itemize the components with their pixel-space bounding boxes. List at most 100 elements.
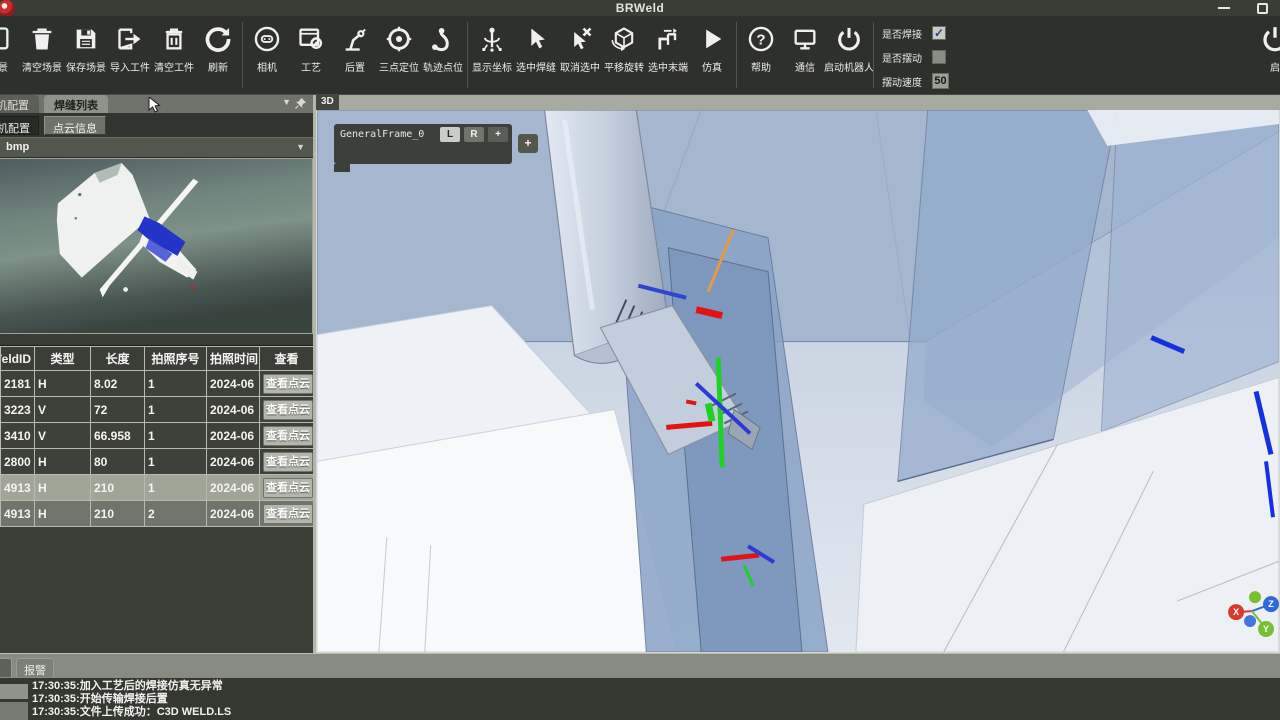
weld-cell: 4913 [1, 475, 35, 501]
toolbar-separator [467, 22, 468, 88]
view-pointcloud-button[interactable]: 查看点云 [263, 374, 313, 394]
brweld-app: BRWeld 场景清空场景保存场景导入工件清空工件刷新 相机工艺后置三点定位轨迹点… [0, 0, 1280, 720]
toolbar-help-button[interactable]: ?帮助 [739, 16, 783, 94]
toolbar-select-end-button[interactable]: 选中末端 [646, 16, 690, 94]
point-cloud-view[interactable] [0, 158, 313, 334]
toolbar-refresh-button[interactable]: 刷新 [196, 16, 240, 94]
weld-cell: 2024-06 [207, 423, 260, 449]
weld-cell: 2024-06 [207, 397, 260, 423]
minimize-button[interactable] [1218, 7, 1230, 9]
weld-table-row[interactable]: 2800H8012024-06查看点云 [1, 449, 314, 475]
frame-extra-add-button[interactable]: + [518, 134, 538, 153]
toolbar-label: 刷新 [208, 59, 228, 74]
toolbar-clear-part-button[interactable]: 清空工件 [152, 16, 196, 94]
frame-left-button[interactable]: L [440, 127, 460, 142]
weld-table-row[interactable]: 3410V66.95812024-06查看点云 [1, 423, 314, 449]
toolbar-trajectory-points-button[interactable]: 轨迹点位 [421, 16, 465, 94]
tab-alarm[interactable]: 报警 [16, 658, 54, 677]
weld-cell: 2 [145, 501, 207, 527]
log-scrollbar-block-2[interactable] [0, 702, 28, 720]
log-panel: 17:30:35:加入工艺后的焊接仿真无异常17:30:35:开始传输焊接后置1… [0, 678, 1280, 720]
log-line: 17:30:35:开始传输焊接后置 [32, 693, 1280, 706]
select-end-icon [653, 23, 683, 55]
swing-enable-label: 是否摆动 [882, 50, 930, 65]
toolbar-separator [873, 22, 874, 88]
scene-3d[interactable]: X Z Y [317, 110, 1279, 652]
title-bar: BRWeld [0, 0, 1280, 16]
toolbar-deselect-button[interactable]: 取消选中 [558, 16, 602, 94]
weld-cell: 80 [91, 449, 145, 475]
toolbar-label: 选中焊缝 [516, 59, 556, 74]
deselect-icon [565, 23, 595, 55]
toolbar-label: 相机 [257, 59, 277, 74]
view-pointcloud-button[interactable]: 查看点云 [263, 426, 313, 446]
left-panel-subtabs: 机配置 点云信息 [0, 113, 313, 137]
weld-cell: 1 [145, 475, 207, 501]
weld-view-cell: 查看点云 [260, 423, 314, 449]
weld-view-cell: 查看点云 [260, 371, 314, 397]
toolbar-scene-button[interactable]: 场景 [0, 16, 20, 94]
trajectory-points-icon [428, 23, 458, 55]
toolbar-simulate-button[interactable]: 仿真 [690, 16, 734, 94]
weld-cell: 2024-06 [207, 371, 260, 397]
weld-table-row[interactable]: 3223V7212024-06查看点云 [1, 397, 314, 423]
toolbar-label: 取消选中 [560, 59, 600, 74]
viewport-3d[interactable]: X Z Y GeneralFrame_0 L R + + [316, 110, 1280, 653]
weld-table-row[interactable]: 4913H21012024-06查看点云 [1, 475, 314, 501]
weld-cell: H [35, 371, 91, 397]
toolbar-post-process-button[interactable]: 后置 [333, 16, 377, 94]
image-file-dropdown[interactable]: bmp ▼ [0, 137, 313, 158]
toolbar-clear-scene-button[interactable]: 清空场景 [20, 16, 64, 94]
three-point-locate-icon [384, 23, 414, 55]
toolbar-start-robot-button[interactable]: 启动机器人 [827, 16, 871, 94]
toolbar-import-part-button[interactable]: 导入工件 [108, 16, 152, 94]
view-pointcloud-button[interactable]: 查看点云 [263, 478, 313, 498]
import-part-icon [115, 23, 145, 55]
panel-chevron-down-icon[interactable]: ▼ [282, 97, 291, 107]
bottom-tab-stub[interactable] [0, 658, 12, 677]
subtab-camera-config[interactable]: 机配置 [0, 116, 39, 135]
toolbar-craft-button[interactable]: 工艺 [289, 16, 333, 94]
view-pointcloud-button[interactable]: 查看点云 [263, 452, 313, 472]
weld-view-cell: 查看点云 [260, 397, 314, 423]
toolbar-comm-button[interactable]: 通信 [783, 16, 827, 94]
tab-weld-list[interactable]: 焊缝列表 [44, 95, 108, 113]
weld-cell: 1 [145, 449, 207, 475]
weld-cell: H [35, 475, 91, 501]
tab-camera-config[interactable]: 机配置 [0, 95, 39, 113]
swing-enable-checkbox[interactable] [932, 50, 946, 64]
toolbar-save-scene-button[interactable]: 保存场景 [64, 16, 108, 94]
weld-table-row[interactable]: 2181H8.0212024-06查看点云 [1, 371, 314, 397]
frame-add-button[interactable]: + [488, 127, 508, 142]
svg-text:?: ? [756, 31, 765, 48]
view-pointcloud-button[interactable]: 查看点云 [263, 400, 313, 420]
panel-pin-icon[interactable] [294, 97, 307, 110]
toolbar-edge-power-button[interactable]: 启 [1250, 16, 1280, 74]
subtab-pointcloud-info[interactable]: 点云信息 [44, 116, 106, 135]
dropdown-caret-icon: ▼ [296, 142, 305, 152]
weld-enable-checkbox[interactable]: ✓ [932, 26, 946, 40]
weld-cell: 2181 [1, 371, 35, 397]
toolbar-label: 三点定位 [379, 59, 419, 74]
toolbar-label: 启动机器人 [824, 59, 874, 74]
weld-table-row[interactable]: 4913H21022024-06查看点云 [1, 501, 314, 527]
view-pointcloud-button[interactable]: 查看点云 [263, 504, 313, 524]
toolbar-three-point-locate-button[interactable]: 三点定位 [377, 16, 421, 94]
swing-speed-input[interactable]: 50 [932, 73, 949, 89]
log-line: 17:30:35:文件上传成功：C3D WELD.LS [32, 706, 1280, 719]
toolbar-label: 场景 [0, 59, 8, 74]
log-scrollbar-block[interactable] [0, 684, 28, 699]
maximize-button[interactable] [1257, 3, 1268, 14]
left-panel: 机配置 焊缝列表 ▼ 机配置 点云信息 bmp ▼ [0, 95, 313, 653]
frame-right-button[interactable]: R [464, 127, 484, 142]
simulate-icon [697, 23, 727, 55]
toolbar-camera-button[interactable]: 相机 [245, 16, 289, 94]
weld-cell: 2800 [1, 449, 35, 475]
toolbar-select-weld-button[interactable]: 选中焊缝 [514, 16, 558, 94]
swing-speed-label: 摆动速度 [882, 74, 930, 89]
weld-cell: V [35, 423, 91, 449]
toolbar-pan-rotate-button[interactable]: 平移旋转 [602, 16, 646, 94]
weld-table-header-row: WeldID类型长度拍照序号拍照时间查看 [1, 347, 314, 371]
toolbar-show-coords-button[interactable]: 显示坐标 [470, 16, 514, 94]
clear-part-icon [159, 23, 189, 55]
